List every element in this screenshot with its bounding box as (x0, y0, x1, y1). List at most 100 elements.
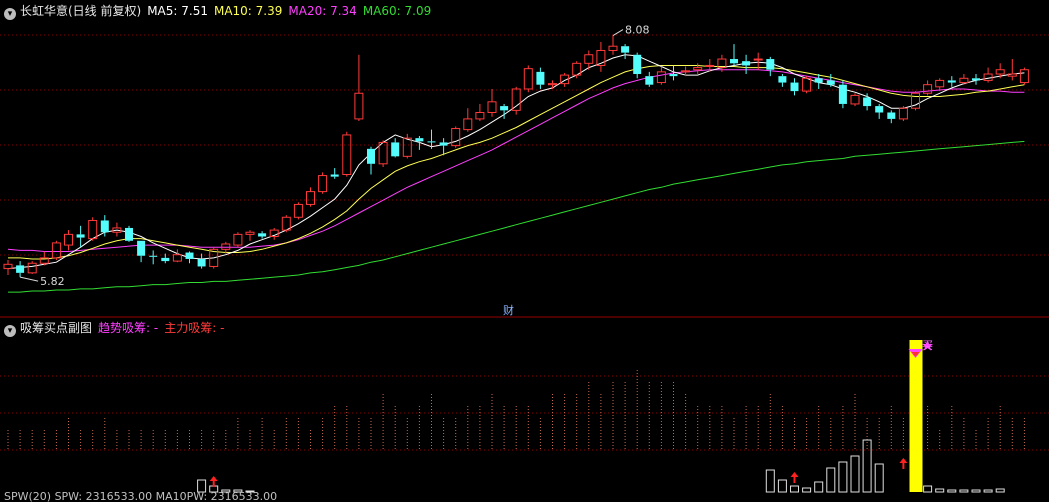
candle-body-down (137, 240, 146, 256)
candle-body-up (354, 92, 364, 120)
candle-body-up (656, 71, 666, 84)
candle-body-up (1007, 73, 1017, 77)
candle-body-up (51, 242, 61, 259)
finance-marker[interactable]: 财 (503, 303, 514, 317)
sub-indicator-bars (7, 340, 1025, 493)
candle-body-up (245, 231, 255, 235)
small-volume-bar (983, 489, 993, 493)
candle-body-up (475, 111, 485, 120)
candle-body-down (826, 80, 835, 85)
small-volume-bar (838, 461, 848, 493)
candle-body-up (318, 175, 328, 193)
candle-body-up (511, 88, 521, 111)
candle-body-up (802, 77, 812, 92)
candle-body-down (887, 112, 896, 119)
candle-body-down (766, 59, 775, 70)
small-volume-bar (935, 488, 945, 493)
small-volume-bar (814, 481, 824, 493)
small-volume-bar (850, 455, 860, 493)
candle-body-down (427, 141, 436, 143)
candle-body-up (523, 68, 533, 90)
candle-body-down (742, 61, 751, 66)
chart-canvas[interactable]: 8.08 5.82 财 买 (0, 0, 1049, 502)
up-arrow-icon (209, 476, 218, 487)
small-volume-bar (862, 439, 872, 493)
candle-body-up (753, 58, 763, 61)
candle-body-down (947, 80, 956, 83)
small-volume-bar (874, 463, 884, 493)
ma10-path (8, 65, 1025, 260)
buy-signal-label: 买 (922, 339, 933, 352)
candle-body-down (875, 106, 884, 113)
candle-body-up (693, 67, 703, 71)
high-price-label: 8.08 (625, 24, 650, 37)
candle-body-down (125, 227, 133, 241)
candle-body-down (972, 78, 980, 81)
candlesticks (3, 35, 1029, 278)
candle-body-down (669, 74, 678, 77)
candle-body-up (402, 137, 412, 157)
candle-body-down (730, 59, 738, 64)
candle-body-up (584, 54, 594, 64)
candle-body-down (161, 257, 170, 262)
candle-body-down (863, 97, 872, 107)
ma10-line (8, 65, 1025, 260)
candle-body-up (27, 262, 37, 274)
ma60-line (8, 140, 1025, 293)
candle-body-up (172, 254, 182, 262)
up-arrow-icon (899, 458, 908, 469)
small-volume-bar (790, 485, 799, 493)
candle-body-up (463, 118, 473, 131)
candle-body-down (100, 220, 109, 233)
candle-body-up (293, 203, 303, 218)
candle-body-up (487, 101, 497, 113)
small-volume-bar (995, 488, 1005, 493)
high-marker-line (612, 29, 624, 36)
small-volume-bar (947, 489, 957, 493)
ma60-path (8, 140, 1025, 293)
candle-body-down (621, 46, 630, 53)
low-marker-line (19, 276, 39, 282)
candle-body-up (64, 233, 73, 246)
candle-body-up (705, 64, 715, 67)
candle-body-down (330, 174, 339, 177)
small-volume-bar (959, 489, 969, 493)
candle-body-down (536, 71, 545, 85)
candle-body-up (306, 191, 315, 205)
candle-body-down (838, 84, 847, 104)
candle-body-up (233, 233, 243, 246)
small-volume-bar (777, 479, 787, 493)
candle-body-up (898, 107, 908, 120)
candle-body-down (645, 76, 654, 85)
candle-body-up (995, 69, 1005, 75)
volume-header: SPW(20) SPW: 2316533.00 MA10PW: 2316533.… (4, 491, 278, 502)
candle-body-up (451, 128, 461, 147)
candle-body-up (923, 84, 933, 94)
candle-body-up (850, 94, 860, 105)
candle-body-up (221, 243, 231, 250)
small-volume-bar (802, 487, 812, 493)
candle-body-up (378, 141, 388, 165)
candle-body-up (1019, 69, 1029, 84)
small-volume-bar (923, 485, 933, 493)
candle-body-down (500, 106, 509, 111)
candle-body-up (959, 77, 969, 84)
highlight-bar (909, 340, 923, 492)
candle-body-down (149, 255, 158, 257)
candle-body-down (367, 148, 375, 164)
candle-body-down (790, 82, 799, 92)
candle-body-up (608, 45, 618, 51)
candle-body-down (391, 142, 400, 157)
candle-body-down (778, 76, 787, 83)
low-price-label: 5.82 (40, 275, 65, 288)
candle-body-down (814, 78, 823, 83)
candle-body-up (935, 79, 945, 88)
small-volume-bar (971, 489, 981, 493)
candle-body-down (197, 258, 206, 267)
candle-body-down (415, 138, 424, 142)
candle-body-down (76, 234, 85, 238)
candle-body-up (983, 73, 993, 81)
small-volume-bar (765, 469, 775, 493)
candle-body-down (185, 252, 194, 259)
candle-body-down (439, 142, 448, 146)
